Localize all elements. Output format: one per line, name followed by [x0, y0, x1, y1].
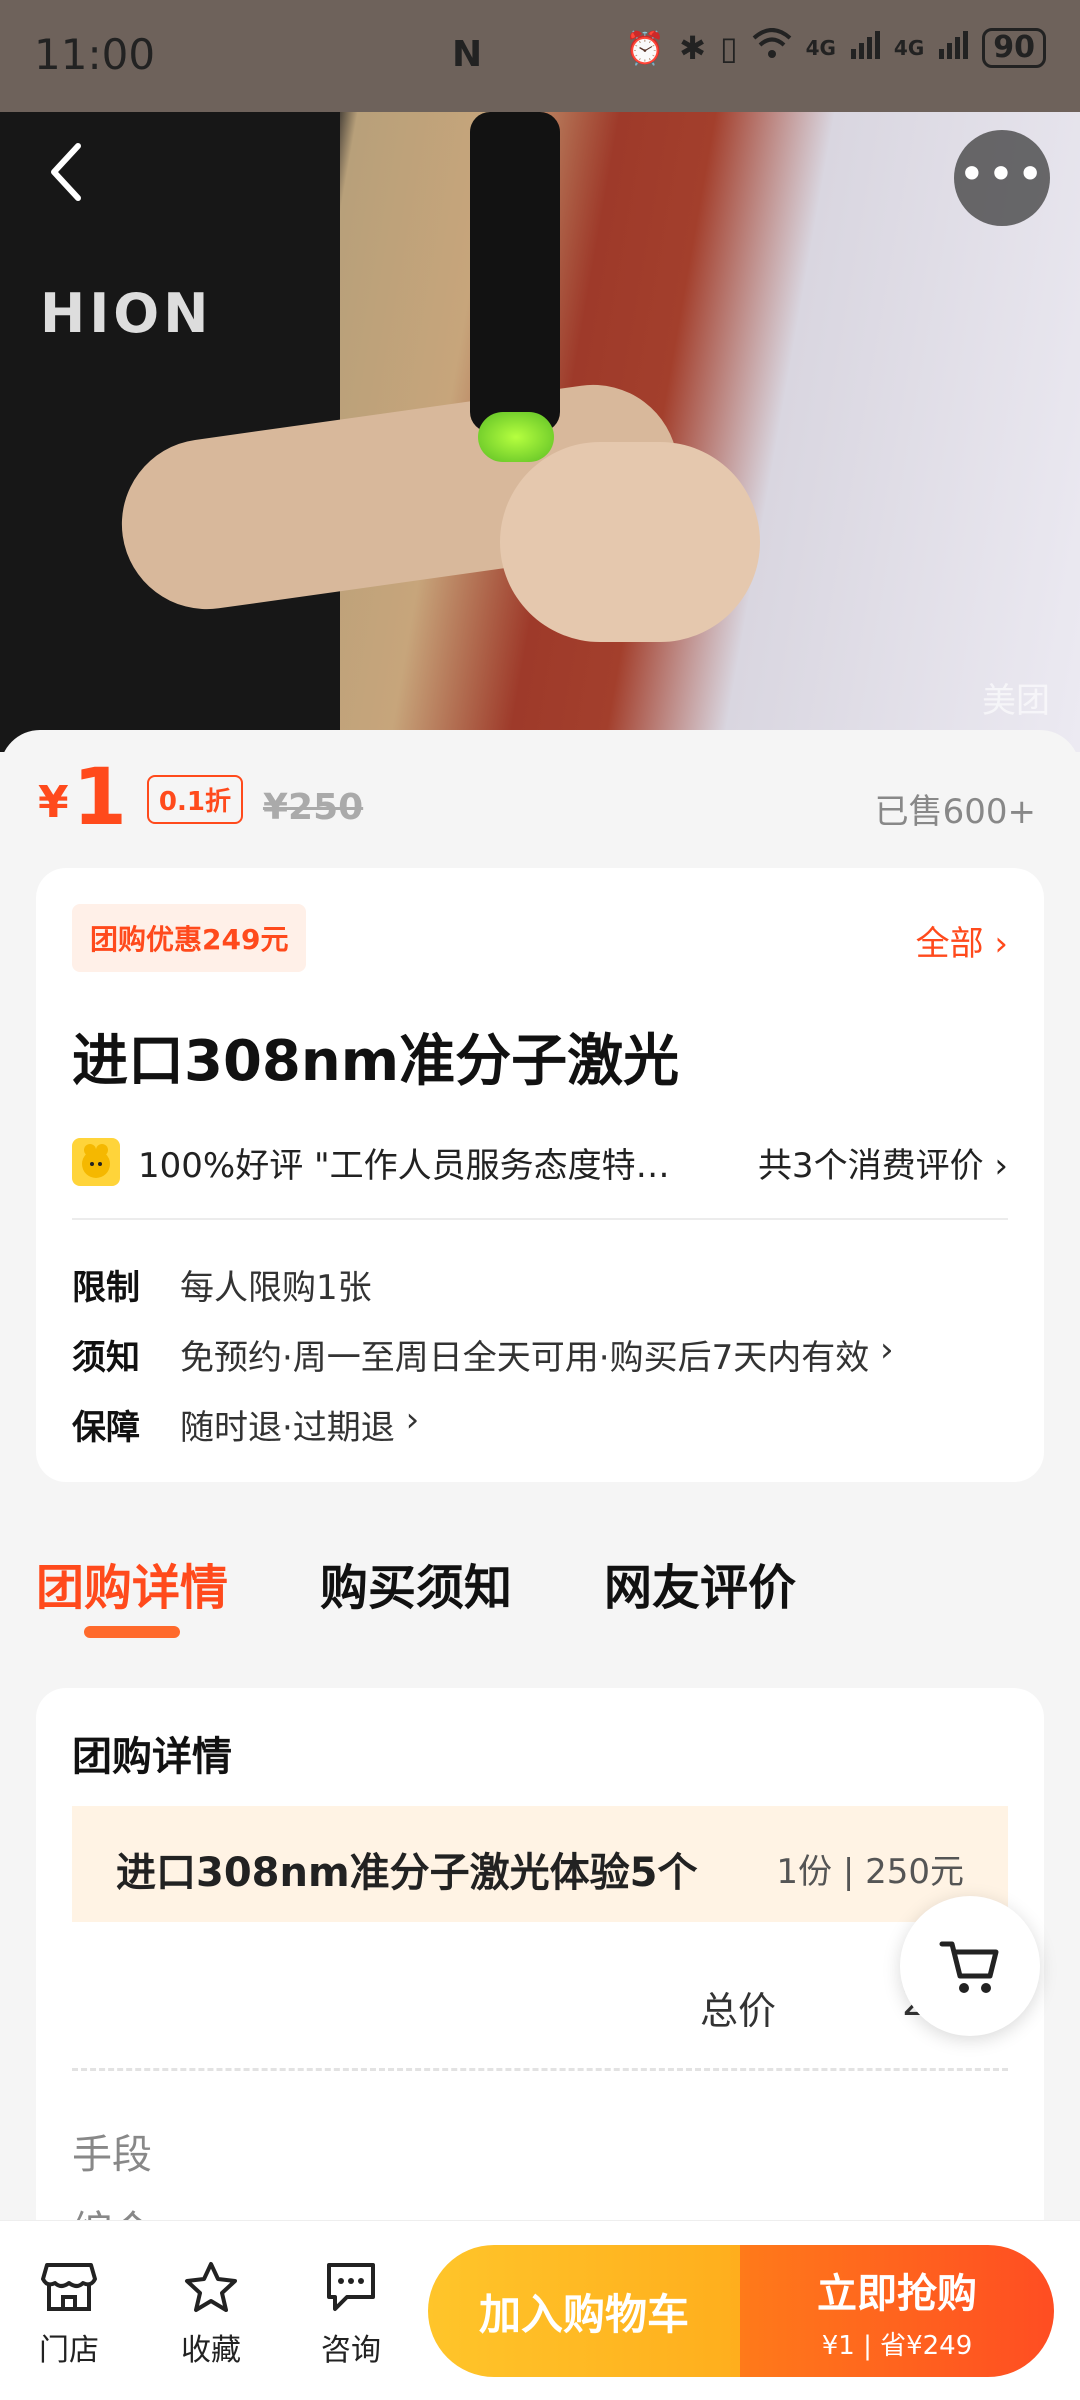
- info-row-limit: 限制 每人限购1张: [72, 1260, 372, 1309]
- info-value: 随时退·过期退: [180, 1408, 395, 1448]
- all-deals-label: 全部: [915, 924, 984, 964]
- sold-count: 已售600+: [874, 792, 1036, 832]
- consult-button[interactable]: 咨询: [306, 2261, 396, 2369]
- vibrate-icon: ▯: [719, 29, 738, 67]
- review-count-link[interactable]: 共3个消费评价 ›: [758, 1138, 1008, 1187]
- status-icons: ⏰ ✱ ▯ 4G 4G 90: [625, 28, 1046, 68]
- hero-laser-glow: [478, 412, 554, 462]
- favorite-button[interactable]: 收藏: [166, 2261, 256, 2369]
- buy-now-button[interactable]: 立即抢购 ¥1 | 省¥249: [740, 2245, 1054, 2377]
- buy-now-label: 立即抢购: [817, 2270, 977, 2317]
- info-value: 免预约·周一至周日全天可用·购买后7天内有效: [180, 1338, 870, 1378]
- dashed-divider: [72, 2068, 1008, 2071]
- signal-1-label: 4G: [805, 36, 836, 60]
- battery-icon: 90: [982, 28, 1046, 68]
- info-key: 保障: [72, 1408, 140, 1448]
- detail-item-name: 进口308nm准分子激光体验5个: [116, 1850, 698, 1896]
- status-time: 11:00: [34, 30, 156, 79]
- total-label: 总价: [700, 1989, 777, 2033]
- active-tab-indicator: [84, 1626, 180, 1638]
- product-hero-image[interactable]: HION 美团: [0, 112, 1080, 752]
- detail-item-row: 进口308nm准分子激光体验5个 1份 | 250元: [72, 1806, 1008, 1922]
- back-button[interactable]: [34, 140, 98, 220]
- promo-tag: 团购优惠249元: [72, 904, 307, 972]
- hero-shirt-text: HION: [40, 282, 213, 345]
- price-row: ¥ 1 0.1折 ¥250: [38, 748, 363, 838]
- tab-deal-details[interactable]: 团购详情: [36, 1548, 228, 1618]
- discount-badge: 0.1折: [146, 775, 243, 824]
- wifi-icon: [752, 28, 792, 68]
- chevron-right-icon: ›: [394, 1400, 420, 1440]
- tab-user-reviews[interactable]: 网友评价: [604, 1548, 796, 1618]
- nfc-icon: N: [452, 34, 483, 75]
- hero-hand: [500, 442, 760, 642]
- status-bar: 11:00 N ⏰ ✱ ▯ 4G 4G 90: [0, 0, 1080, 112]
- store-button[interactable]: 门店: [24, 2261, 114, 2369]
- all-deals-link[interactable]: 全部 ›: [916, 916, 1008, 965]
- chat-icon: [327, 2263, 375, 2311]
- deal-summary-card: 团购优惠249元 全部 › 进口308nm准分子激光 100%好评 "工作人员服…: [36, 868, 1044, 1482]
- consult-label: 咨询: [321, 2333, 381, 2368]
- review-summary-row[interactable]: 100%好评 "工作人员服务态度特… 共3个消费评价 ›: [72, 1132, 1008, 1192]
- method-label: 手段: [72, 2132, 152, 2178]
- review-count-label: 共3个消费评价: [757, 1145, 984, 1186]
- hero-laser-device: [470, 112, 560, 432]
- info-key: 须知: [72, 1338, 140, 1378]
- buy-now-subtext: ¥1 | 省¥249: [821, 2330, 973, 2361]
- chevron-right-icon: ›: [994, 1145, 1008, 1186]
- tab-purchase-notice[interactable]: 购买须知: [320, 1548, 512, 1618]
- store-label: 门店: [39, 2333, 99, 2368]
- section-tabs: 团购详情 购买须知 网友评价: [36, 1548, 796, 1618]
- chevron-right-icon: ›: [994, 924, 1008, 964]
- star-icon: [185, 2262, 237, 2312]
- more-options-button[interactable]: •••: [954, 130, 1050, 226]
- signal-1-icon: [850, 29, 880, 67]
- reviewer-avatar-icon: [72, 1138, 120, 1186]
- chevron-right-icon: ›: [869, 1330, 894, 1370]
- detail-item-price: 1份 | 250元: [776, 1852, 964, 1892]
- price-currency: ¥: [38, 777, 69, 828]
- deal-detail-card: 团购详情 进口308nm准分子激光体验5个 1份 | 250元 总价 2 手段 …: [36, 1688, 1044, 2248]
- signal-2-label: 4G: [893, 36, 925, 60]
- deal-title: 进口308nm准分子激光: [72, 1029, 680, 1094]
- store-icon: [41, 2263, 97, 2311]
- floating-cart-button[interactable]: [900, 1896, 1040, 2036]
- hero-watermark: 美团: [982, 681, 1050, 721]
- info-key: 限制: [72, 1268, 140, 1308]
- price-current: 1: [72, 753, 127, 843]
- original-price: ¥250: [262, 787, 364, 828]
- alarm-icon: ⏰: [625, 29, 666, 67]
- review-snippet: 100%好评 "工作人员服务态度特…: [138, 1145, 670, 1186]
- purchase-cta: 加入购物车 立即抢购 ¥1 | 省¥249: [428, 2245, 1054, 2377]
- bluetooth-icon: ✱: [679, 29, 706, 67]
- cart-icon: [939, 1941, 999, 1993]
- signal-2-icon: [938, 29, 969, 67]
- divider: [72, 1218, 1008, 1220]
- add-to-cart-button[interactable]: 加入购物车: [428, 2245, 740, 2377]
- info-row-guarantee[interactable]: 保障 随时退·过期退 ›: [72, 1400, 419, 1449]
- bottom-action-bar: 门店 收藏 咨询 加入购物车 立即抢购 ¥1 | 省¥249: [0, 2220, 1080, 2400]
- detail-heading: 团购详情: [72, 1734, 232, 1780]
- favorite-label: 收藏: [181, 2333, 241, 2368]
- info-value: 每人限购1张: [180, 1268, 372, 1308]
- info-row-notice[interactable]: 须知 免预约·周一至周日全天可用·购买后7天内有效 ›: [72, 1330, 894, 1379]
